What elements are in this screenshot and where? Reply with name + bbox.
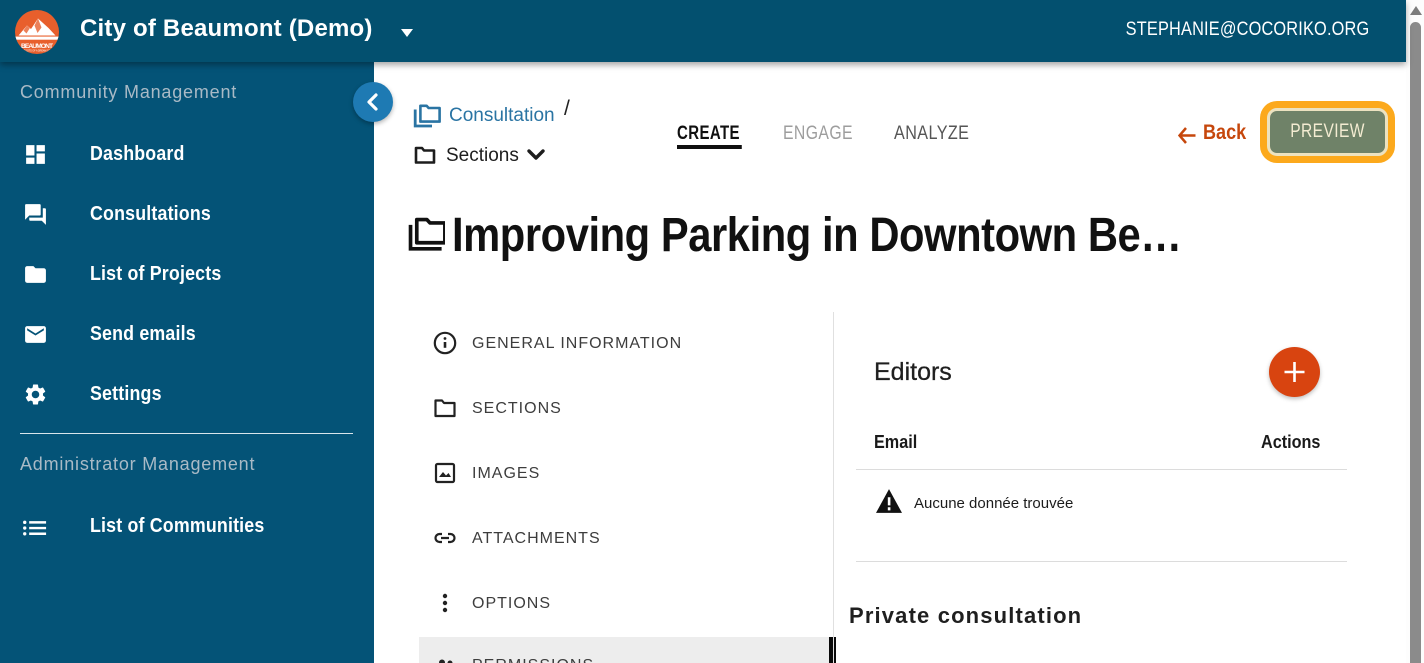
svg-text:ROOTS OF A DREAM CO: ROOTS OF A DREAM CO [24, 50, 51, 53]
